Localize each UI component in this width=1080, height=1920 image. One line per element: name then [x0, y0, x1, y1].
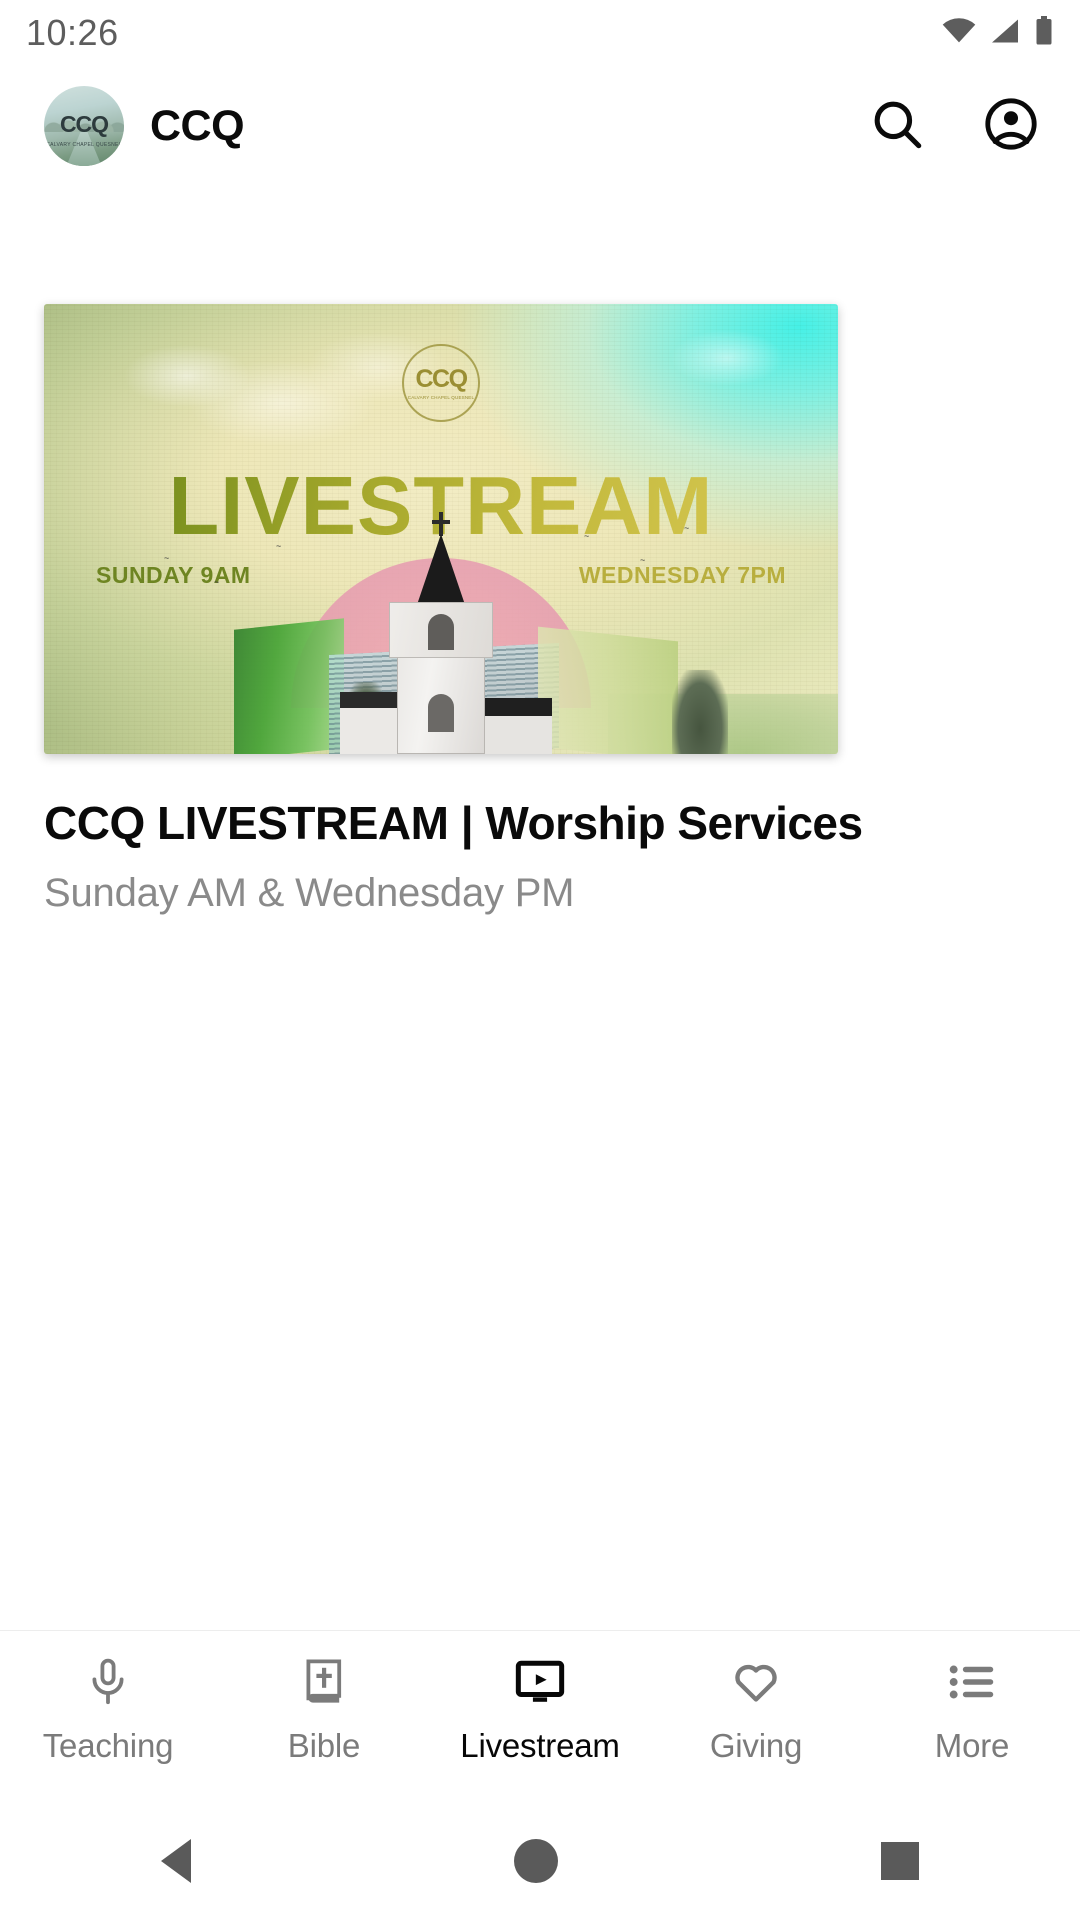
cellular-icon — [990, 18, 1020, 49]
bird: ~ — [214, 577, 220, 587]
bird: ~ — [276, 541, 282, 551]
tab-bible[interactable]: Bible — [216, 1655, 432, 1765]
tab-teaching[interactable]: Teaching — [0, 1655, 216, 1765]
tab-livestream[interactable]: Livestream — [432, 1655, 648, 1765]
hero-logo-subtext: CALVARY CHAPEL QUESNEL — [407, 394, 475, 400]
back-triangle-icon[interactable] — [161, 1839, 192, 1883]
app-header-actions — [862, 91, 1046, 161]
birds-group: ~ ~ ~ ~ ~ ~ — [44, 514, 838, 754]
bird: ~ — [584, 531, 590, 541]
heart-icon — [731, 1655, 781, 1709]
hero-thumbnail[interactable]: CCQ CALVARY CHAPEL QUESNEL LIVESTREAM SU… — [44, 304, 838, 754]
system-navigation-bar — [0, 1802, 1080, 1920]
brand-block[interactable]: CCQ CALVARY CHAPEL QUESNEL CCQ — [44, 86, 862, 166]
livestream-card[interactable]: CCQ CALVARY CHAPEL QUESNEL LIVESTREAM SU… — [44, 304, 1036, 754]
livestream-subtitle: Sunday AM & Wednesday PM — [44, 870, 575, 915]
tab-label: Teaching — [42, 1727, 174, 1764]
hero-logo-badge: CCQ CALVARY CHAPEL QUESNEL — [402, 344, 480, 422]
livestream-meta: CCQ LIVESTREAM | Worship Services Sunday… — [0, 798, 1080, 915]
tab-label: Bible — [287, 1727, 361, 1764]
status-time: 10:26 — [26, 12, 119, 53]
bird: ~ — [640, 555, 646, 565]
app-screen: 10:26 CCQ CALVARY CHAPEL QUESNEL CCQ CCQ… — [0, 0, 1080, 1920]
tab-label: Livestream — [460, 1727, 620, 1764]
app-header: CCQ CALVARY CHAPEL QUESNEL CCQ — [0, 66, 1080, 186]
tab-label: Giving — [709, 1727, 803, 1764]
home-circle-icon[interactable] — [513, 1839, 558, 1883]
bottom-tab-bar: Teaching Bible Livestream Giving More — [0, 1630, 1080, 1802]
search-button[interactable] — [862, 91, 932, 161]
hero-logo-text: CCQ — [415, 364, 468, 393]
tab-giving[interactable]: Giving — [648, 1655, 864, 1765]
microphone-icon — [84, 1655, 132, 1709]
page-title: CCQ — [150, 101, 245, 150]
bird: ~ — [684, 523, 690, 533]
logo-text: CCQ — [59, 111, 109, 138]
wifi-icon — [942, 17, 976, 49]
list-menu-icon — [947, 1655, 997, 1709]
avatar: CCQ CALVARY CHAPEL QUESNEL — [44, 86, 124, 166]
account-circle-icon — [982, 95, 1040, 158]
bible-book-icon — [300, 1655, 348, 1709]
battery-icon — [1034, 15, 1054, 51]
account-button[interactable] — [976, 91, 1046, 161]
hero-church-illustration: ~ ~ ~ ~ ~ ~ — [44, 512, 838, 754]
main-content: CCQ CALVARY CHAPEL QUESNEL LIVESTREAM SU… — [0, 186, 1080, 1630]
video-monitor-icon — [515, 1655, 565, 1709]
recents-square-icon[interactable] — [880, 1842, 919, 1880]
status-bar: 10:26 — [0, 0, 1080, 66]
status-icons — [942, 15, 1054, 51]
tab-label: More — [934, 1727, 1010, 1764]
logo-subtext: CALVARY CHAPEL QUESNEL — [46, 142, 122, 148]
search-icon — [868, 95, 926, 158]
bird: ~ — [164, 553, 170, 563]
tab-more[interactable]: More — [864, 1655, 1080, 1765]
livestream-title: CCQ LIVESTREAM | Worship Services — [44, 797, 863, 849]
